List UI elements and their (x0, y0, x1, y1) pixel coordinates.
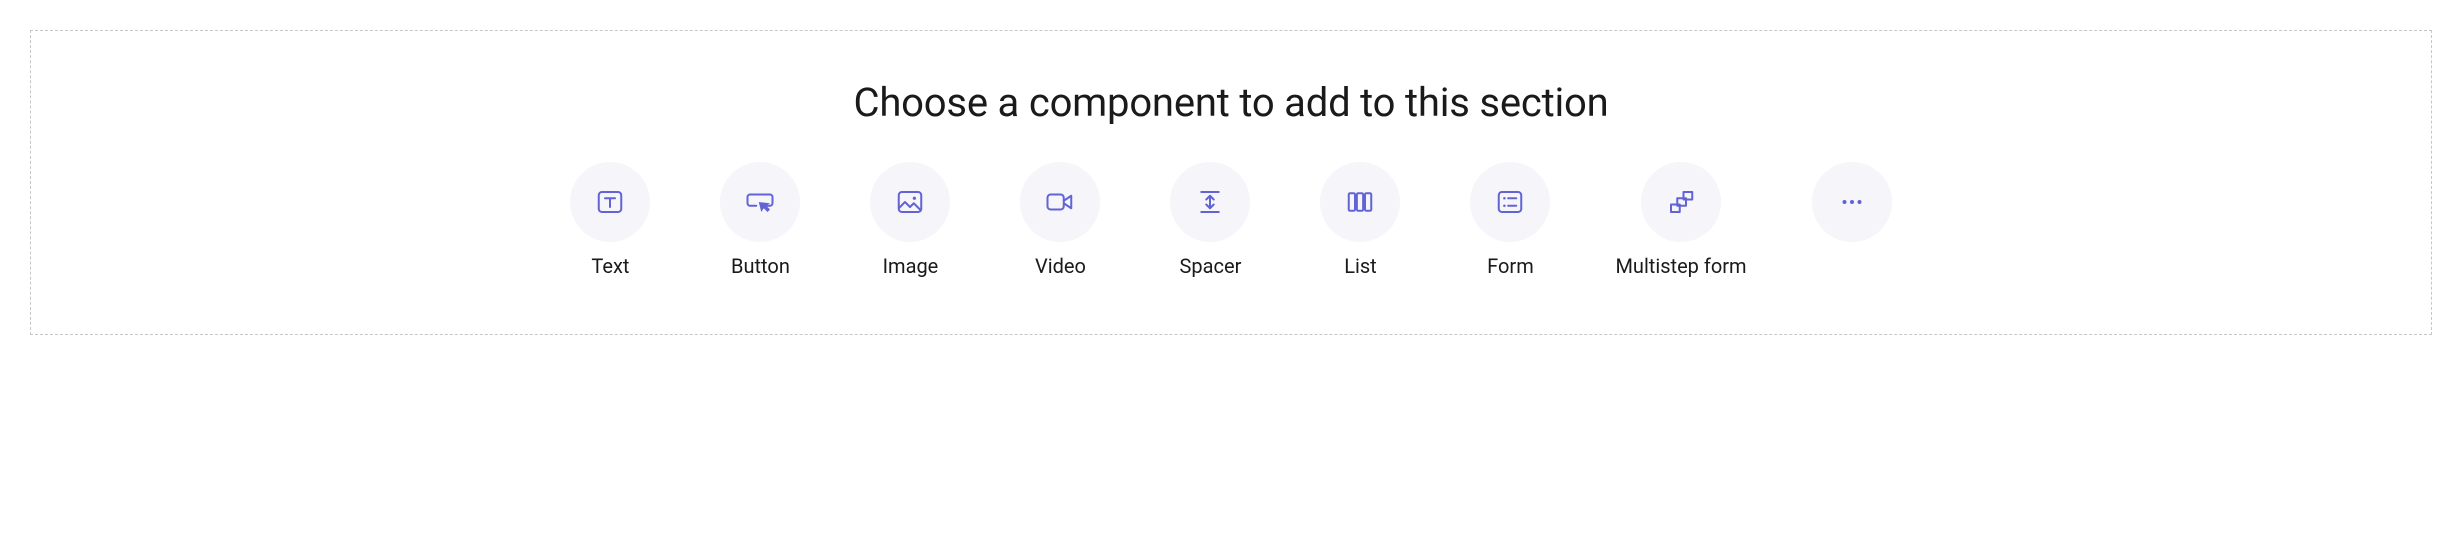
component-option-form[interactable]: Form (1465, 162, 1555, 278)
component-label: Text (591, 254, 629, 278)
component-label: List (1344, 254, 1377, 278)
text-icon (570, 162, 650, 242)
component-label: Button (731, 254, 790, 278)
video-icon (1020, 162, 1100, 242)
component-option-video[interactable]: Video (1015, 162, 1105, 278)
more-icon (1812, 162, 1892, 242)
multistep-form-icon (1641, 162, 1721, 242)
form-icon (1470, 162, 1550, 242)
component-option-text[interactable]: Text (565, 162, 655, 278)
component-option-list[interactable]: List (1315, 162, 1405, 278)
component-label: Spacer (1180, 254, 1242, 278)
component-option-image[interactable]: Image (865, 162, 955, 278)
component-label: Form (1487, 254, 1534, 278)
image-icon (870, 162, 950, 242)
component-label: Image (883, 254, 939, 278)
component-option-spacer[interactable]: Spacer (1165, 162, 1255, 278)
button-icon (720, 162, 800, 242)
section-title: Choose a component to add to this sectio… (853, 79, 1608, 126)
component-grid: Text Button Image (565, 162, 1896, 278)
component-option-more[interactable] (1807, 162, 1897, 242)
list-icon (1320, 162, 1400, 242)
component-label: Multistep form (1615, 254, 1746, 278)
component-option-multistep-form[interactable]: Multistep form (1615, 162, 1746, 278)
component-option-button[interactable]: Button (715, 162, 805, 278)
section-dropzone: Choose a component to add to this sectio… (30, 30, 2432, 335)
component-label: Video (1035, 254, 1086, 278)
spacer-icon (1170, 162, 1250, 242)
